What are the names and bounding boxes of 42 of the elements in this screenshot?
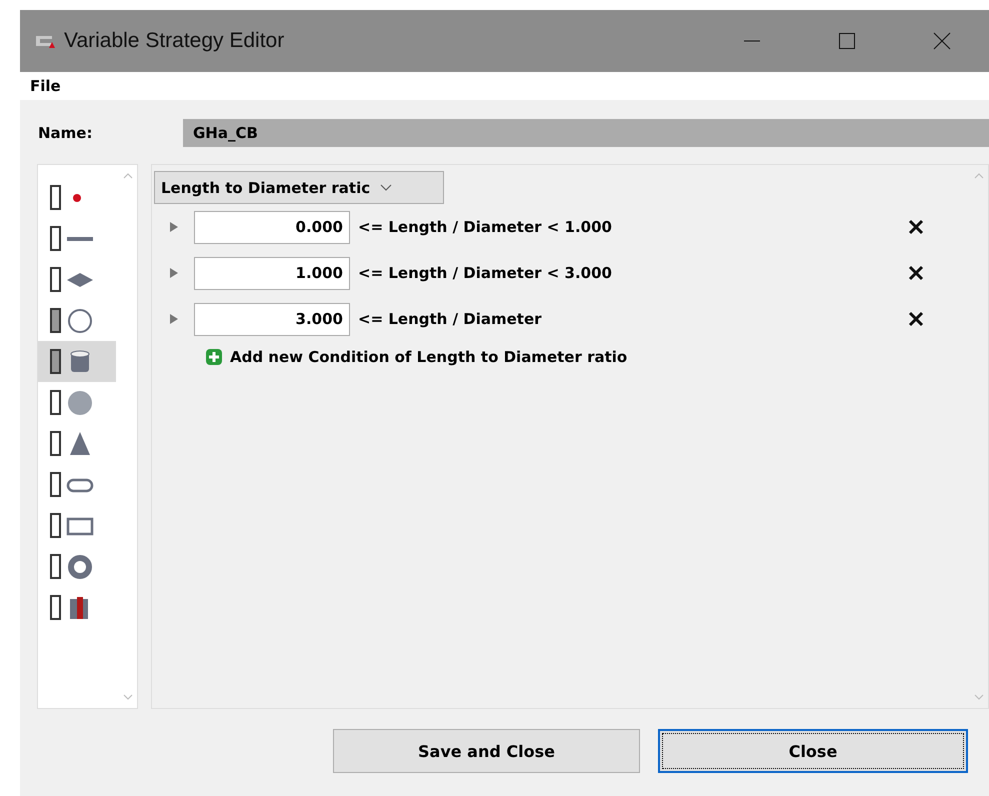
line-shape-icon bbox=[67, 236, 93, 240]
close-dialog-button[interactable]: Close bbox=[658, 729, 968, 773]
torus-shape-icon bbox=[65, 552, 95, 580]
shape-checkbox[interactable] bbox=[50, 185, 61, 210]
shape-checkbox[interactable] bbox=[50, 431, 61, 456]
shape-item[interactable] bbox=[38, 341, 116, 382]
delete-icon[interactable] bbox=[908, 219, 924, 235]
condition-text: <= Length / Diameter < 3.000 bbox=[358, 264, 613, 282]
shape-checkbox[interactable] bbox=[50, 267, 61, 292]
shape-checkbox[interactable] bbox=[50, 390, 61, 415]
save-button[interactable]: Save and Close bbox=[333, 729, 640, 773]
lower-bound-field[interactable]: 1.000 bbox=[194, 256, 350, 290]
shape-checkbox[interactable] bbox=[50, 595, 61, 620]
name-field[interactable]: GHa_CB bbox=[183, 119, 989, 147]
maximize-icon[interactable] bbox=[838, 32, 856, 50]
name-label: Name: bbox=[38, 124, 94, 142]
lower-bound-field[interactable]: 0.000 bbox=[194, 210, 350, 244]
chevron-down-icon bbox=[380, 184, 392, 191]
lower-bound-field[interactable]: 3.000 bbox=[194, 302, 350, 336]
condition-text: <= Length / Diameter < 1.000 bbox=[358, 218, 613, 236]
add-condition-link[interactable]: Add new Condition of Length to Diameter ratio bbox=[230, 348, 628, 366]
expand-arrow-icon[interactable] bbox=[170, 222, 178, 232]
menu-item[interactable]: File bbox=[30, 77, 61, 95]
shape-checkbox[interactable] bbox=[50, 554, 61, 579]
shape-checkbox[interactable] bbox=[50, 308, 61, 333]
sphere-shape-icon bbox=[65, 388, 95, 416]
ring-shape-icon bbox=[65, 306, 95, 334]
shape-checkbox[interactable] bbox=[50, 472, 61, 497]
variable-dropdown[interactable]: Length to Diameter ratic bbox=[154, 171, 444, 204]
expand-arrow-icon[interactable] bbox=[170, 268, 178, 278]
close-icon[interactable] bbox=[932, 32, 950, 50]
add-icon[interactable] bbox=[206, 349, 222, 365]
expand-arrow-icon[interactable] bbox=[170, 314, 178, 324]
minimize-icon[interactable] bbox=[744, 40, 760, 42]
shape-checkbox[interactable] bbox=[50, 349, 61, 374]
point-shape-icon bbox=[73, 194, 81, 202]
shape-checkbox[interactable] bbox=[50, 226, 61, 251]
condition-text: <= Length / Diameter bbox=[358, 310, 543, 328]
delete-icon[interactable] bbox=[908, 265, 924, 281]
shape-checkbox[interactable] bbox=[50, 513, 61, 538]
delete-icon[interactable] bbox=[908, 311, 924, 327]
window-title: Variable Strategy Editor bbox=[64, 29, 286, 53]
